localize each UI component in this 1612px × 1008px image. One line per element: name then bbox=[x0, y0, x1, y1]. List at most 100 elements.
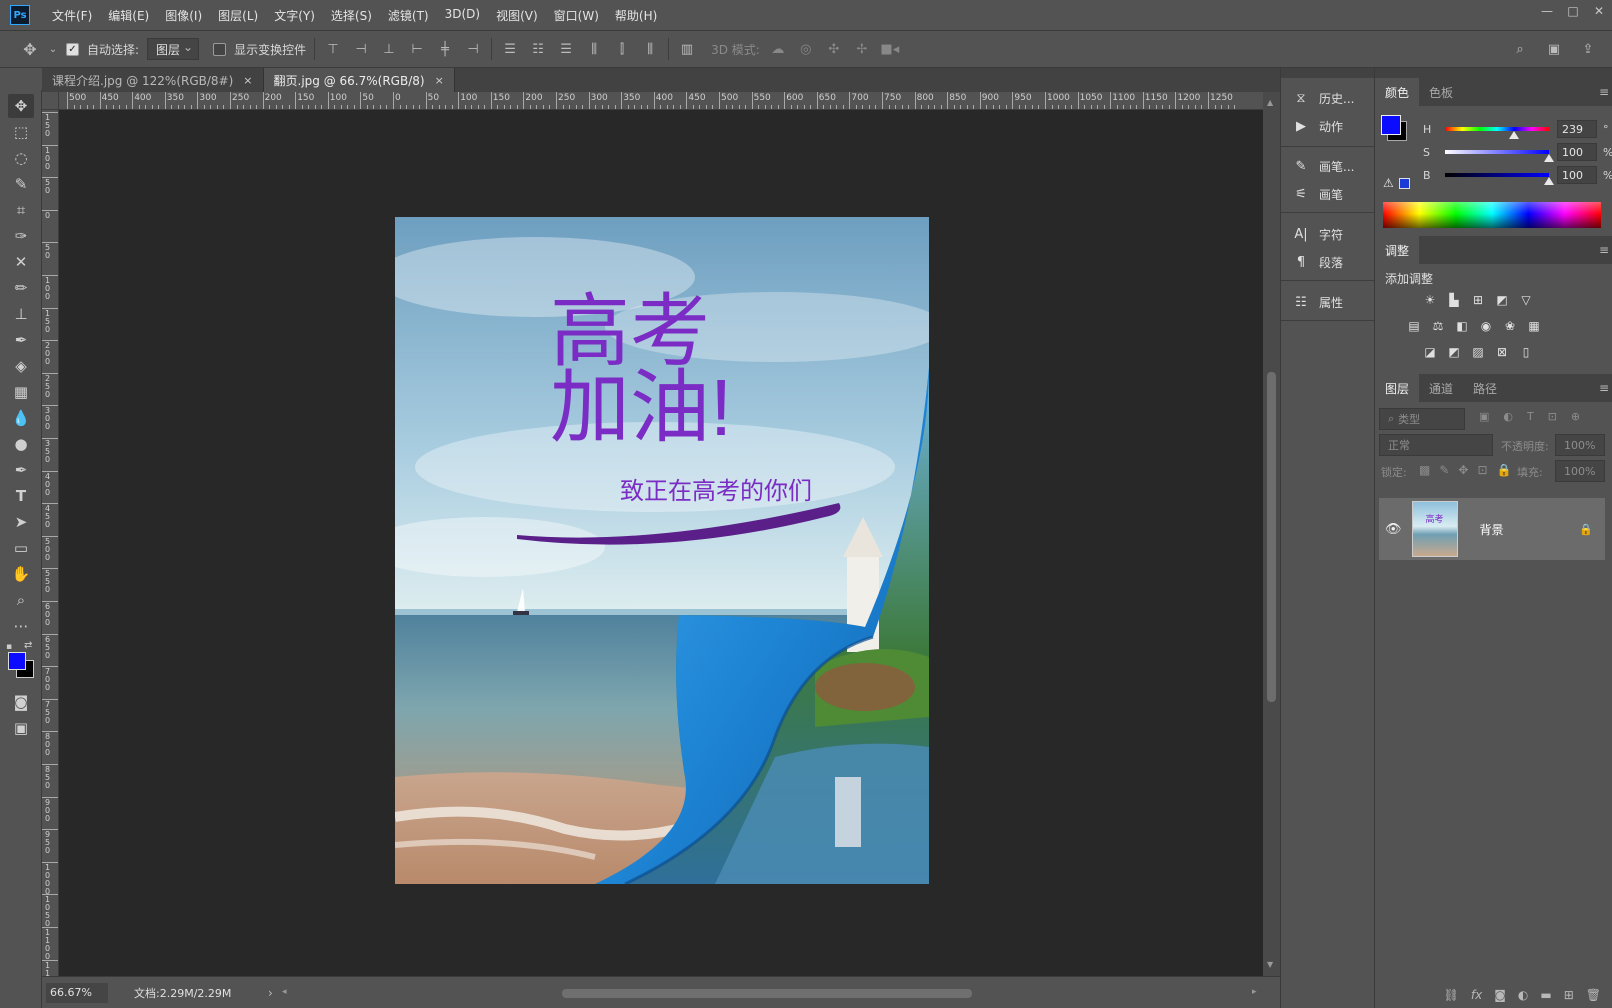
black-white-icon[interactable]: ◧ bbox=[1453, 318, 1471, 334]
foreground-color-chip[interactable] bbox=[1381, 115, 1401, 135]
tab-layers[interactable]: 图层 bbox=[1375, 374, 1420, 402]
zoom-tool-icon[interactable]: ⌕ bbox=[8, 588, 34, 612]
posterize-icon[interactable]: ◩ bbox=[1445, 344, 1463, 360]
web-color-chip[interactable] bbox=[1399, 178, 1410, 189]
tab-color[interactable]: 颜色 bbox=[1375, 78, 1420, 106]
brightness-input[interactable]: 100 bbox=[1557, 166, 1597, 184]
dodge-tool-icon[interactable]: ● bbox=[8, 432, 34, 456]
quick-select-tool-icon[interactable]: ✎ bbox=[8, 172, 34, 196]
panel-brush-settings[interactable]: ✎ 画笔... bbox=[1293, 158, 1355, 175]
menu-item[interactable]: 3D(D) bbox=[437, 7, 488, 24]
panel-actions[interactable]: ▶ 动作 bbox=[1293, 118, 1343, 135]
more-tools-icon[interactable]: ⋯ bbox=[8, 614, 34, 638]
marquee-tool-icon[interactable]: ⬚ bbox=[8, 120, 34, 144]
vertical-scrollbar[interactable]: ▲ ▼ bbox=[1263, 92, 1280, 976]
rectangle-tool-icon[interactable]: ▭ bbox=[8, 536, 34, 560]
screen-mode-icon[interactable]: ▣ bbox=[8, 716, 34, 740]
zoom-field[interactable]: 66.67% bbox=[46, 982, 108, 1003]
tab-course-intro[interactable]: 课程介绍.jpg @ 122%(RGB/8#) × bbox=[42, 68, 264, 92]
tab-swatches[interactable]: 色板 bbox=[1419, 78, 1463, 106]
brush-tool-icon[interactable]: ✏ bbox=[8, 276, 34, 300]
panel-menu-icon[interactable]: ≡ bbox=[1599, 381, 1609, 395]
distribute-hcenter-icon[interactable]: ⫿ bbox=[612, 39, 632, 59]
color-balance-icon[interactable]: ⚖ bbox=[1429, 318, 1447, 334]
roll-3d-icon[interactable]: ◎ bbox=[796, 39, 816, 59]
color-lookup-icon[interactable]: ▦ bbox=[1525, 318, 1543, 334]
type-tool-icon[interactable]: T bbox=[8, 484, 34, 508]
curves-icon[interactable]: ⊞ bbox=[1469, 292, 1487, 308]
status-menu-arrow[interactable]: › bbox=[268, 986, 273, 1000]
scroll-left-icon[interactable]: ◂ bbox=[282, 987, 287, 997]
menu-item[interactable]: 帮助(H) bbox=[607, 7, 665, 24]
minimize-button[interactable]: — bbox=[1534, 0, 1560, 22]
maximize-button[interactable]: □ bbox=[1560, 0, 1586, 22]
gradient-tool-icon[interactable]: ▦ bbox=[8, 380, 34, 404]
blur-tool-icon[interactable]: 💧 bbox=[8, 406, 34, 430]
link-layers-icon[interactable]: ⛓ bbox=[1444, 988, 1459, 1002]
layer-row-background[interactable]: 👁 高考 背景 🔒 bbox=[1379, 498, 1605, 560]
orbit-3d-icon[interactable]: ☁ bbox=[768, 39, 788, 59]
dock-header[interactable] bbox=[1281, 68, 1375, 78]
new-layer-icon[interactable]: ⊞ bbox=[1564, 988, 1574, 1002]
new-group-icon[interactable]: ▬ bbox=[1540, 988, 1551, 1002]
menu-item[interactable]: 选择(S) bbox=[323, 7, 380, 24]
share-icon[interactable]: ⇪ bbox=[1578, 39, 1598, 59]
selective-color-icon[interactable]: ⊠ bbox=[1493, 344, 1511, 360]
tool-preset-chevron-icon[interactable]: ⌄ bbox=[48, 39, 58, 59]
channel-mixer-icon[interactable]: ❀ bbox=[1501, 318, 1519, 334]
panel-brushes[interactable]: ⚟ 画笔 bbox=[1293, 186, 1343, 203]
camera-3d-icon[interactable]: ■◂ bbox=[880, 39, 900, 59]
gradient-map-icon[interactable]: ▯ bbox=[1517, 344, 1535, 360]
saturation-input[interactable]: 100 bbox=[1557, 143, 1597, 161]
panel-menu-icon[interactable]: ≡ bbox=[1599, 85, 1609, 99]
brightness-contrast-icon[interactable]: ☀ bbox=[1421, 292, 1439, 308]
align-bottom-icon[interactable]: ⊥ bbox=[379, 39, 399, 59]
panel-character[interactable]: A| 字符 bbox=[1293, 226, 1343, 243]
ruler-origin[interactable] bbox=[42, 92, 59, 110]
lasso-tool-icon[interactable]: ◌ bbox=[8, 146, 34, 170]
hue-thumb[interactable] bbox=[1509, 131, 1520, 139]
layer-filter-dropdown[interactable]: ⌕ 类型 bbox=[1379, 408, 1465, 430]
foreground-color-swatch[interactable] bbox=[8, 652, 26, 670]
move-tool-icon[interactable]: ✥ bbox=[8, 94, 34, 118]
tab-adjustments[interactable]: 调整 bbox=[1375, 236, 1420, 264]
scroll-right-icon[interactable]: ▸ bbox=[1252, 987, 1257, 997]
panel-menu-icon[interactable]: ≡ bbox=[1599, 243, 1609, 257]
dock-header[interactable] bbox=[1375, 68, 1612, 78]
eraser-tool-icon[interactable]: ◈ bbox=[8, 354, 34, 378]
vertical-scroll-thumb[interactable] bbox=[1267, 372, 1276, 702]
pen-tool-icon[interactable]: ✒ bbox=[8, 458, 34, 482]
saturation-track[interactable] bbox=[1445, 150, 1554, 162]
tab-channels[interactable]: 通道 bbox=[1419, 374, 1463, 402]
eyedropper-tool-icon[interactable]: ✑ bbox=[8, 224, 34, 248]
new-adjustment-icon[interactable]: ◐ bbox=[1518, 988, 1528, 1002]
panel-paragraph[interactable]: ¶ 段落 bbox=[1293, 254, 1343, 271]
auto-align-icon[interactable]: ▥ bbox=[677, 39, 697, 59]
lock-icons[interactable]: ▩✎✥⊡🔒 bbox=[1419, 463, 1520, 477]
blend-mode-dropdown[interactable]: 正常 bbox=[1379, 434, 1493, 456]
opacity-field[interactable]: 100% bbox=[1555, 434, 1605, 456]
menu-item[interactable]: 图层(L) bbox=[210, 7, 266, 24]
align-right-icon[interactable]: ⊣ bbox=[463, 39, 483, 59]
quick-mask-icon[interactable]: ◙ bbox=[8, 690, 34, 714]
menu-item[interactable]: 视图(V) bbox=[488, 7, 546, 24]
close-tab-icon[interactable]: × bbox=[435, 74, 444, 87]
hue-input[interactable]: 239 bbox=[1557, 120, 1597, 138]
layer-filter-icons[interactable]: ▣◐T⊡⊕ bbox=[1479, 410, 1594, 423]
distribute-right-icon[interactable]: ⫼ bbox=[640, 39, 660, 59]
tab-paths[interactable]: 路径 bbox=[1463, 374, 1507, 402]
tab-flip-page[interactable]: 翻页.jpg @ 66.7%(RGB/8) × bbox=[263, 68, 455, 92]
scroll-up-icon[interactable]: ▲ bbox=[1267, 98, 1273, 107]
panel-history[interactable]: ⧖ 历史... bbox=[1293, 90, 1354, 107]
auto-select-checkbox[interactable]: ✓ bbox=[66, 42, 79, 56]
show-transform-checkbox[interactable] bbox=[213, 42, 227, 56]
auto-select-dropdown[interactable]: 图层 bbox=[147, 38, 200, 60]
threshold-icon[interactable]: ▨ bbox=[1469, 344, 1487, 360]
history-brush-tool-icon[interactable]: ✒ bbox=[8, 328, 34, 352]
hue-track[interactable] bbox=[1445, 127, 1549, 139]
saturation-thumb[interactable] bbox=[1544, 154, 1554, 162]
menu-item[interactable]: 窗口(W) bbox=[546, 7, 607, 24]
vertical-ruler[interactable]: 150 100 50 0 50 100 150 200 250 300 350 400 450 500 55… bbox=[42, 110, 59, 976]
menu-item[interactable]: 图像(I) bbox=[157, 7, 210, 24]
hand-tool-icon[interactable]: ✋ bbox=[8, 562, 34, 586]
